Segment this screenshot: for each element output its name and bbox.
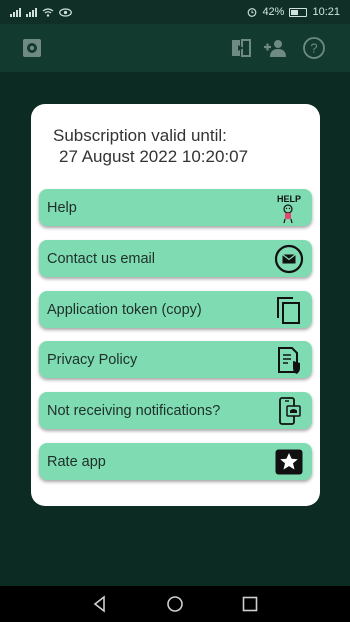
help-icon-text: HELP [277,194,301,204]
contact-email-button[interactable]: Contact us email [39,240,312,277]
status-bar-right: 42% 10:21 [247,6,340,18]
home-icon[interactable] [165,594,185,614]
notifications-help-button[interactable]: Not receiving notifications? [39,392,312,429]
battery-percent: 42% [262,6,285,18]
wifi-icon [42,7,54,17]
rate-app-button[interactable]: Rate app [39,443,312,480]
eye-icon [59,7,72,17]
help-label: Help [47,199,77,216]
menu-dialog: Subscription valid until: 27 August 2022… [31,104,320,506]
recents-icon[interactable] [240,594,260,614]
help-icon: HELP [272,192,306,224]
subscription-date: 27 August 2022 10:20:07 [59,147,249,166]
copy-token-label: Application token (copy) [47,301,202,318]
alarm-icon [248,8,257,17]
copy-icon [272,294,306,326]
contact-email-label: Contact us email [47,250,155,267]
help-button[interactable]: Help HELP [39,189,312,226]
back-icon[interactable] [90,594,110,614]
privacy-policy-button[interactable]: Privacy Policy [39,341,312,378]
app-bar: ? [0,24,350,72]
settings-gear-icon[interactable] [20,36,44,60]
copy-token-button[interactable]: Application token (copy) [39,291,312,328]
notifications-help-label: Not receiving notifications? [47,402,221,419]
switch-view-icon[interactable] [229,36,253,60]
status-bar: 42% 10:21 [0,0,350,24]
navigation-bar [0,586,350,622]
privacy-policy-label: Privacy Policy [47,351,138,368]
privacy-policy-icon [272,344,306,376]
email-icon [272,243,306,275]
subscription-label: Subscription valid until: [53,126,227,145]
signal-icon [10,7,21,17]
phone-notification-icon [272,395,306,427]
clock: 10:21 [312,6,340,18]
add-person-icon[interactable] [263,36,287,60]
svg-text:?: ? [310,41,317,56]
signal-icon-2 [26,7,37,17]
star-icon [272,446,306,478]
status-bar-left [10,7,72,17]
battery-icon [289,7,308,17]
help-circle-icon[interactable]: ? [302,36,326,60]
rate-app-label: Rate app [47,453,106,470]
